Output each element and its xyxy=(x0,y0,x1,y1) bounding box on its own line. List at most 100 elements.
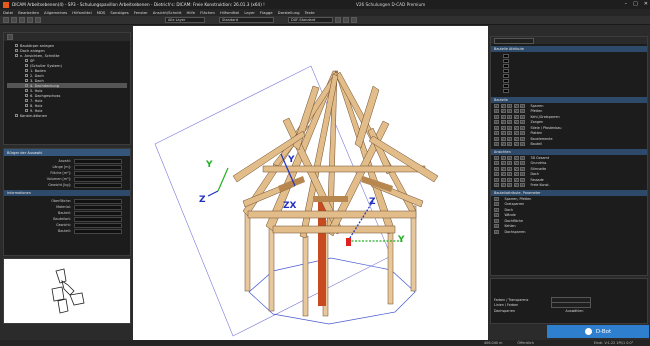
tree-checkbox[interactable] xyxy=(15,54,18,57)
visibility-checkbox[interactable]: ✓ xyxy=(513,183,519,188)
tree-checkbox[interactable] xyxy=(25,84,28,87)
visibility-checkbox[interactable]: ✓ xyxy=(520,136,525,141)
visibility-checkbox[interactable]: ✓ xyxy=(494,155,499,160)
undo-icon[interactable] xyxy=(27,17,33,23)
visibility-checkbox[interactable]: ✓ xyxy=(494,202,499,207)
swatch[interactable] xyxy=(503,54,509,58)
drawing-select[interactable]: DXF-Standard xyxy=(288,17,333,23)
menu-item[interactable]: Datei xyxy=(3,10,13,15)
tree-checkbox[interactable] xyxy=(25,59,28,62)
visibility-checkbox[interactable]: ✓ xyxy=(494,196,499,201)
visibility-checkbox[interactable]: ✓ xyxy=(520,161,525,166)
tree-checkbox[interactable] xyxy=(25,79,28,82)
view-icon[interactable] xyxy=(335,17,341,23)
menu-item[interactable]: Hilfsmittel xyxy=(220,10,239,15)
active-label[interactable]: Auswählen xyxy=(566,309,584,313)
visibility-checkbox[interactable]: ✓ xyxy=(513,109,519,114)
visibility-checkbox[interactable]: ✓ xyxy=(494,125,499,130)
visibility-checkbox[interactable]: ✓ xyxy=(507,114,512,119)
tree-checkbox[interactable] xyxy=(25,104,28,107)
swatch[interactable] xyxy=(503,59,509,63)
tree-item[interactable]: Konstruktionen xyxy=(7,113,127,118)
visibility-checkbox[interactable]: ✓ xyxy=(494,114,499,119)
settings-icon[interactable] xyxy=(351,17,357,23)
visibility-checkbox[interactable]: ✓ xyxy=(513,114,519,119)
visibility-checkbox[interactable]: ✓ xyxy=(507,131,512,136)
prop-value-field[interactable] xyxy=(74,216,122,222)
visibility-checkbox[interactable]: ✓ xyxy=(494,161,499,166)
visibility-checkbox[interactable]: ✓ xyxy=(494,120,499,125)
visibility-checkbox[interactable]: ✓ xyxy=(494,172,499,177)
visibility-checkbox[interactable]: ✓ xyxy=(500,177,506,182)
menu-item[interactable]: Texte xyxy=(305,10,315,15)
visibility-checkbox[interactable]: ✓ xyxy=(507,142,512,147)
list-item[interactable]: ✓ Dachsparren xyxy=(491,229,647,235)
visibility-checkbox[interactable]: ✓ xyxy=(520,183,525,188)
menu-item[interactable]: Ansicht/Schnitt xyxy=(153,10,182,15)
menu-item[interactable]: MDS xyxy=(97,10,106,15)
menu-item[interactable]: Flächen xyxy=(200,10,215,15)
tree-checkbox[interactable] xyxy=(25,64,28,67)
filter-select[interactable] xyxy=(494,37,534,44)
swatch[interactable] xyxy=(503,64,509,68)
tree-checkbox[interactable] xyxy=(25,74,28,77)
new-icon[interactable] xyxy=(3,17,9,23)
prop-value-field[interactable] xyxy=(74,176,122,182)
menu-item[interactable]: Sonstiges xyxy=(110,10,128,15)
visibility-checkbox[interactable]: ✓ xyxy=(507,172,512,177)
menu-item[interactable]: Fenster xyxy=(134,10,148,15)
visibility-checkbox[interactable]: ✓ xyxy=(494,136,499,141)
visibility-checkbox[interactable]: ✓ xyxy=(513,161,519,166)
visibility-checkbox[interactable]: ✓ xyxy=(507,161,512,166)
minimize-icon[interactable]: – xyxy=(625,1,628,7)
pavilion-model[interactable]: Y Z Y ZX Z Y xyxy=(133,26,488,340)
visibility-checkbox[interactable]: ✓ xyxy=(500,103,506,108)
visibility-checkbox[interactable]: ✓ xyxy=(507,120,512,125)
visibility-checkbox[interactable]: ✓ xyxy=(507,109,512,114)
visibility-checkbox[interactable]: ✓ xyxy=(520,142,525,147)
visibility-checkbox[interactable]: ✓ xyxy=(494,213,499,218)
3d-viewport[interactable]: Y Z Y ZX Z Y xyxy=(133,26,488,340)
swatch[interactable] xyxy=(503,84,509,88)
save-icon[interactable] xyxy=(19,17,25,23)
prop-value-field[interactable] xyxy=(74,164,122,170)
prop-value-field[interactable] xyxy=(74,228,122,234)
visibility-checkbox[interactable]: ✓ xyxy=(500,172,506,177)
visibility-checkbox[interactable]: ✓ xyxy=(520,109,525,114)
tree-checkbox[interactable] xyxy=(15,114,18,117)
visibility-checkbox[interactable]: ✓ xyxy=(507,136,512,141)
visibility-checkbox[interactable]: ✓ xyxy=(513,120,519,125)
swatch[interactable] xyxy=(503,89,509,93)
visibility-checkbox[interactable]: ✓ xyxy=(494,207,499,212)
visibility-checkbox[interactable]: ✓ xyxy=(500,136,506,141)
redo-icon[interactable] xyxy=(35,17,41,23)
visibility-checkbox[interactable]: ✓ xyxy=(520,177,525,182)
list-item[interactable]: ✓ ✓ ✓ ✓ ✓ Bauteil xyxy=(491,142,647,148)
visibility-checkbox[interactable]: ✓ xyxy=(500,142,506,147)
visibility-checkbox[interactable]: ✓ xyxy=(500,114,506,119)
prop-value-field[interactable] xyxy=(74,198,122,204)
tree-checkbox[interactable] xyxy=(25,94,28,97)
visibility-checkbox[interactable]: ✓ xyxy=(520,155,525,160)
visibility-checkbox[interactable]: ✓ xyxy=(500,161,506,166)
tree-checkbox[interactable] xyxy=(25,69,28,72)
maximize-icon[interactable]: □ xyxy=(633,1,638,7)
visibility-checkbox[interactable]: ✓ xyxy=(513,155,519,160)
open-icon[interactable] xyxy=(11,17,17,23)
visibility-checkbox[interactable]: ✓ xyxy=(500,125,506,130)
visibility-checkbox[interactable]: ✓ xyxy=(513,125,519,130)
visibility-checkbox[interactable]: ✓ xyxy=(513,131,519,136)
visibility-checkbox[interactable]: ✓ xyxy=(494,177,499,182)
mode-select[interactable]: Standard xyxy=(219,17,274,23)
swatch[interactable] xyxy=(503,74,509,78)
menu-item[interactable]: Layer xyxy=(244,10,255,15)
visibility-checkbox[interactable]: ✓ xyxy=(507,103,512,108)
visibility-checkbox[interactable]: ✓ xyxy=(500,166,506,171)
visibility-checkbox[interactable]: ✓ xyxy=(494,103,499,108)
visibility-checkbox[interactable]: ✓ xyxy=(513,166,519,171)
visibility-checkbox[interactable]: ✓ xyxy=(513,136,519,141)
visibility-checkbox[interactable]: ✓ xyxy=(494,142,499,147)
menu-item[interactable]: Darstellung xyxy=(278,10,300,15)
visibility-checkbox[interactable]: ✓ xyxy=(507,177,512,182)
visibility-checkbox[interactable]: ✓ xyxy=(494,131,499,136)
